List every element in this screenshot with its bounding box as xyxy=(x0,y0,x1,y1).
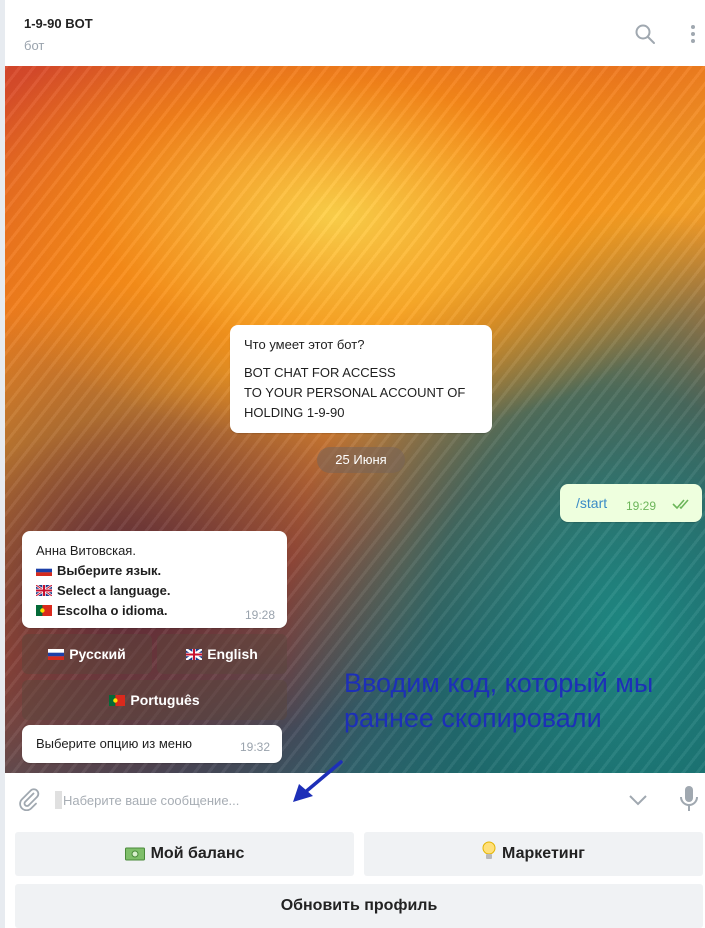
uk-flag-icon xyxy=(36,585,52,596)
reply-button-marketing[interactable]: Маркетинг xyxy=(364,832,703,876)
chat-header[interactable]: 1-9-90 BOT бот xyxy=(5,0,705,66)
double-check-icon xyxy=(672,499,689,510)
microphone-icon[interactable] xyxy=(679,785,699,813)
reply-button-update-profile[interactable]: Обновить профиль xyxy=(15,884,703,928)
uk-flag-icon xyxy=(186,649,203,660)
message-input[interactable] xyxy=(63,788,603,812)
outgoing-message[interactable]: /start 19:29 xyxy=(560,484,702,522)
bot-info-answer-line: BOT CHAT FOR ACCESS xyxy=(244,365,396,380)
inline-button-label: English xyxy=(207,646,258,662)
language-select-message: Анна Витовская. Выберите язык. Select a … xyxy=(22,531,287,628)
bot-info-answer: BOT CHAT FOR ACCESS TO YOUR PERSONAL ACC… xyxy=(244,363,478,423)
portugal-flag-icon xyxy=(109,695,126,706)
annotation-line: раннее скопировали xyxy=(344,703,602,733)
paperclip-icon[interactable] xyxy=(17,787,41,811)
bot-info-answer-line: TO YOUR PERSONAL ACCOUNT OF xyxy=(244,385,466,400)
menu-prompt-text: Выберите опцию из меню xyxy=(36,736,192,751)
reply-button-label: Мой баланс xyxy=(150,845,245,862)
inline-button-label: Português xyxy=(130,692,200,708)
chevron-down-icon[interactable] xyxy=(627,789,649,811)
russia-flag-icon xyxy=(36,565,52,576)
russia-flag-icon xyxy=(48,649,65,660)
chat-messages-area[interactable]: Что умеет этот бот? BOT CHAT FOR ACCESS … xyxy=(5,66,705,773)
reply-button-label: Обновить профиль xyxy=(280,897,438,914)
reply-button-label: Маркетинг xyxy=(502,845,585,862)
menu-prompt-message: Выберите опцию из меню 19:32 xyxy=(22,725,282,763)
message-time: 19:29 xyxy=(626,499,657,513)
telegram-chat-window: 1-9-90 BOT бот Что умеет этот бот? BOT C… xyxy=(5,0,705,928)
reply-button-balance[interactable]: Мой баланс xyxy=(15,832,354,876)
more-vertical-icon[interactable] xyxy=(681,22,705,46)
chat-subtitle: бот xyxy=(24,38,45,53)
language-line-text: Escolha o idioma. xyxy=(57,603,168,618)
inline-button-portuguese[interactable]: Português xyxy=(22,680,287,720)
language-line-text: Выберите язык. xyxy=(57,563,162,578)
bot-info-question: Что умеет этот бот? xyxy=(244,337,365,352)
message-time: 19:32 xyxy=(239,740,270,754)
annotation-text: Вводим код, который мы раннее скопировал… xyxy=(344,666,702,736)
language-line-text: Select a language. xyxy=(57,583,171,598)
message-composer xyxy=(5,773,705,825)
money-icon xyxy=(124,847,145,861)
annotation-line: Вводим код, который мы xyxy=(344,668,654,698)
language-line-en: Select a language. xyxy=(36,581,273,601)
chat-title: 1-9-90 BOT xyxy=(24,16,93,31)
bot-info-answer-line: HOLDING 1-9-90 xyxy=(244,405,345,420)
bot-info-card: Что умеет этот бот? BOT CHAT FOR ACCESS … xyxy=(230,325,492,433)
inline-button-english[interactable]: English xyxy=(157,634,287,674)
lightbulb-icon xyxy=(482,841,496,859)
inline-button-label: Русский xyxy=(69,646,126,662)
text-cursor xyxy=(55,791,62,809)
inline-button-russian[interactable]: Русский xyxy=(22,634,152,674)
message-time: 19:28 xyxy=(244,608,275,622)
portugal-flag-icon xyxy=(36,605,52,616)
outgoing-message-text[interactable]: /start xyxy=(576,495,607,511)
date-separator: 25 Июня xyxy=(317,447,405,473)
message-sender: Анна Витовская. xyxy=(36,543,136,558)
language-line-pt: Escolha o idioma. xyxy=(36,601,273,621)
language-line-ru: Выберите язык. xyxy=(36,561,273,581)
search-icon[interactable] xyxy=(633,22,657,46)
